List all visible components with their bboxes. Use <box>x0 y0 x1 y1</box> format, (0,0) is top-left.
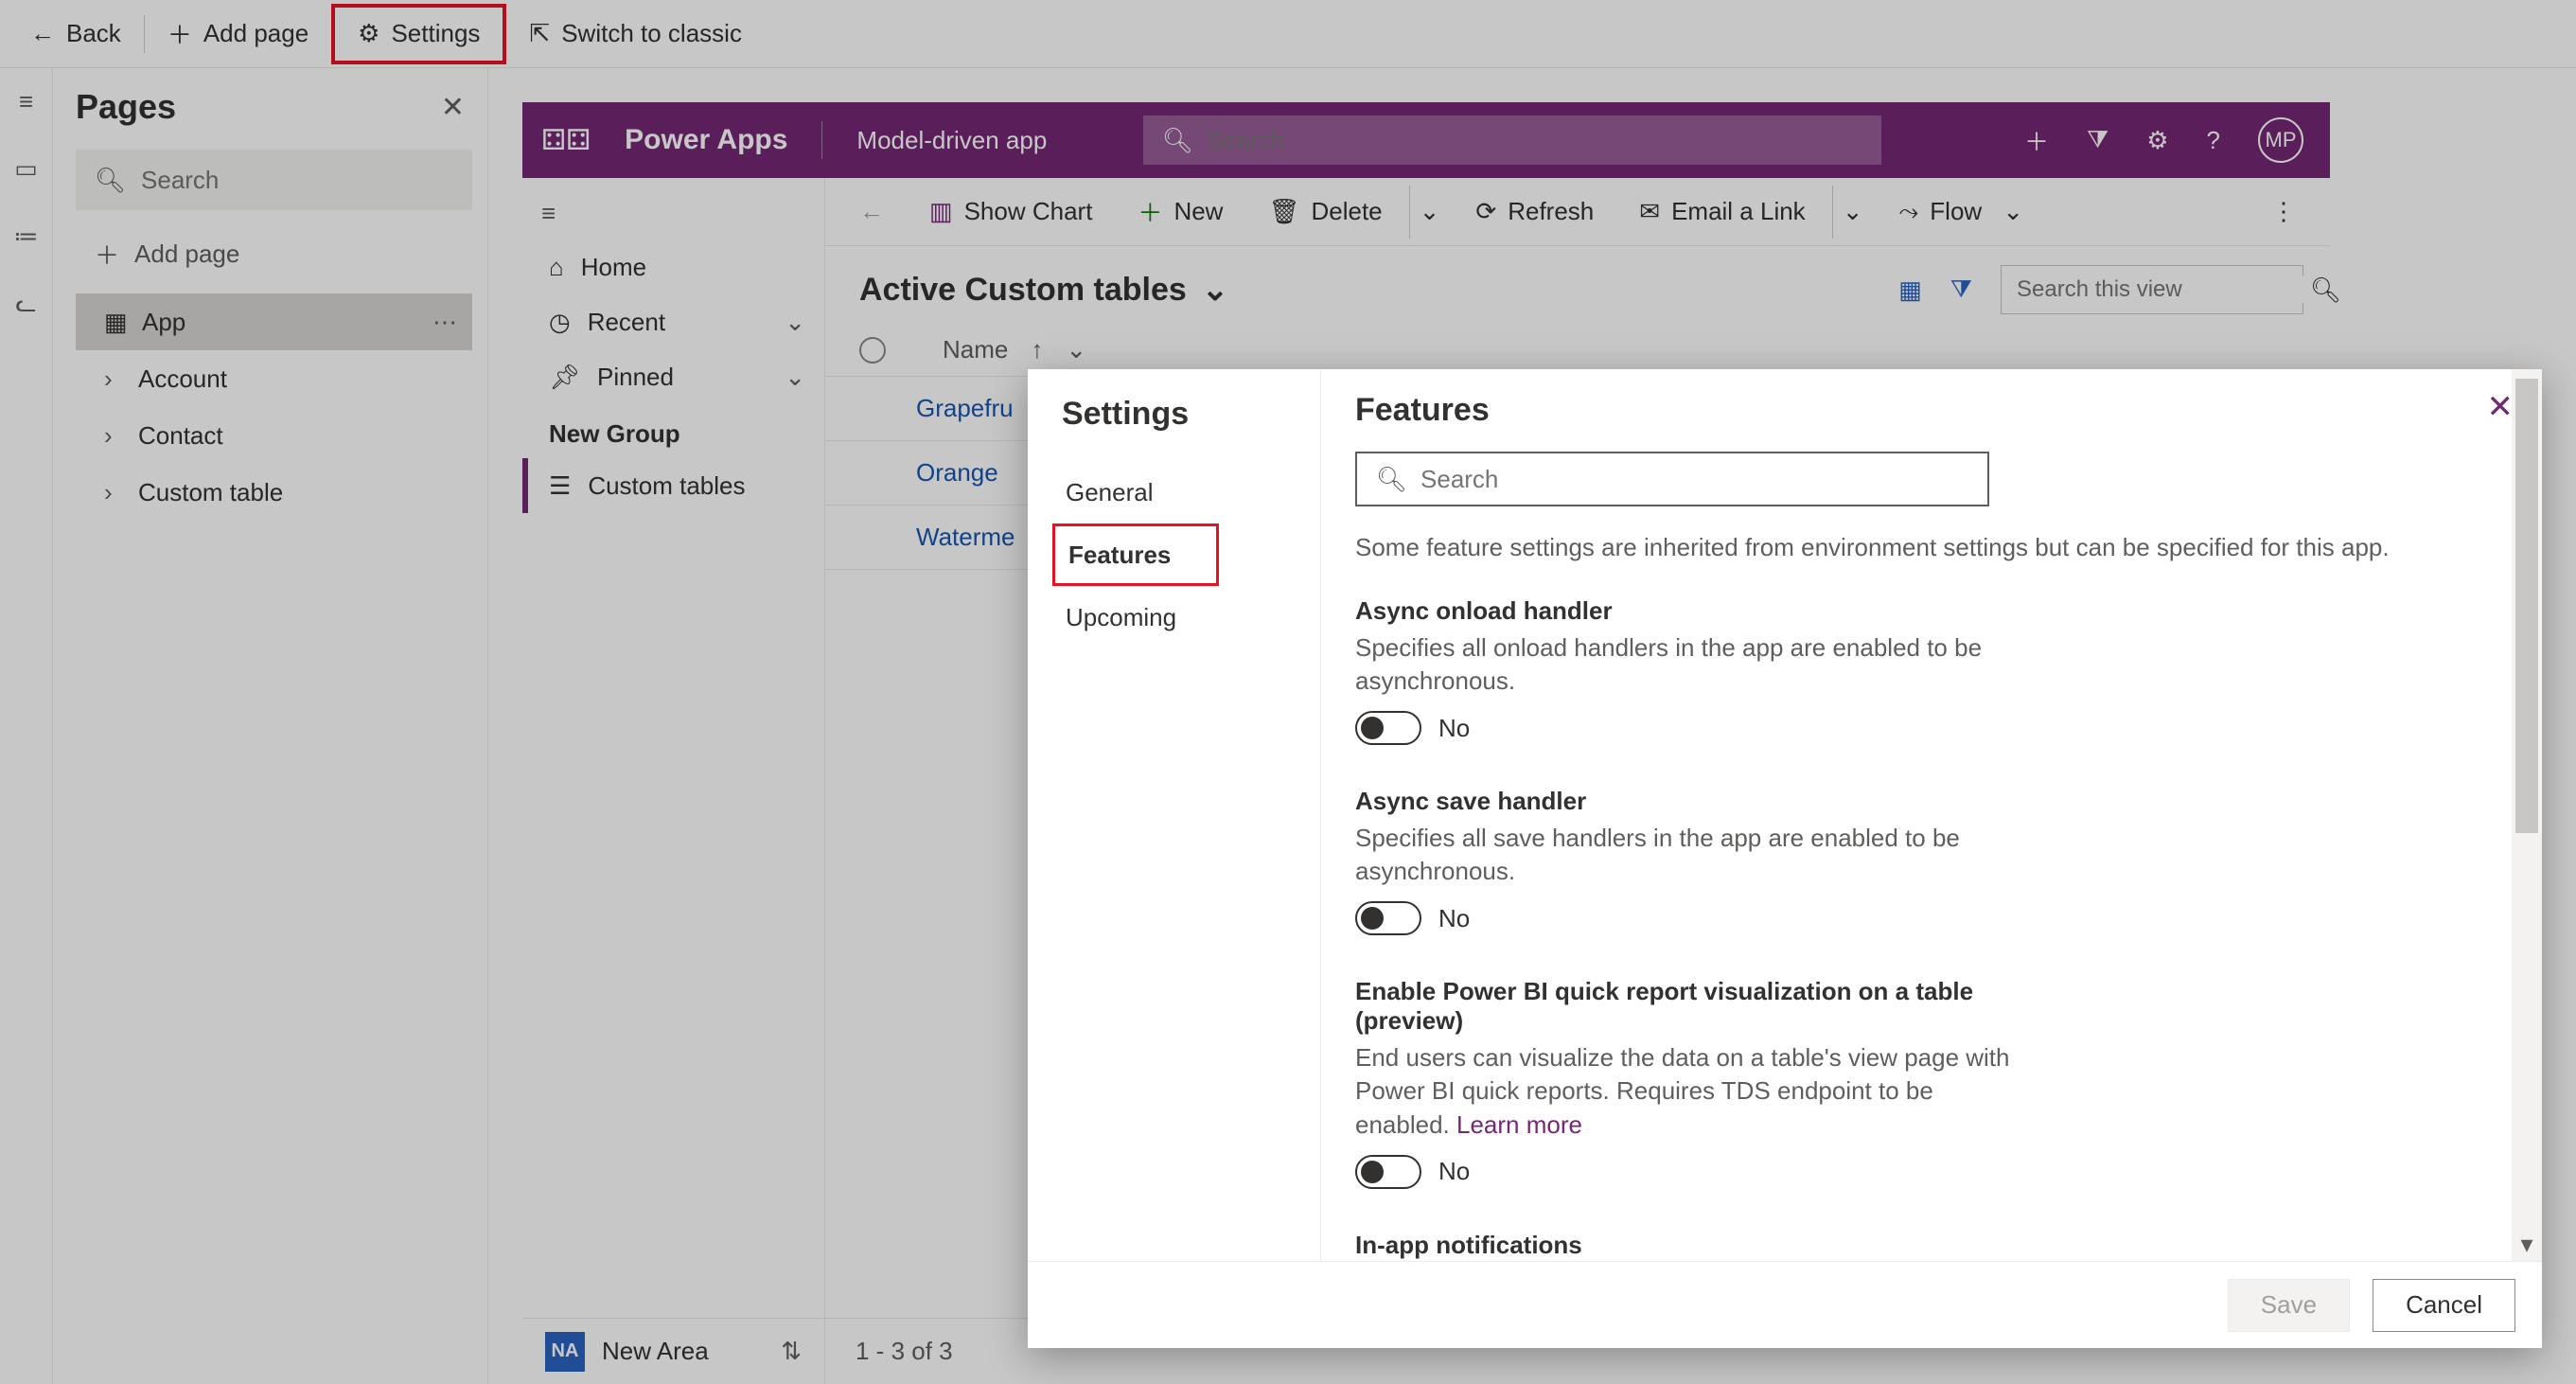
settings-tab-features[interactable]: Features <box>1052 523 1219 586</box>
scrollbar[interactable]: ▴ ▾ <box>2512 369 2542 1261</box>
scrollbar-thumb[interactable] <box>2515 379 2538 833</box>
settings-modal: ✕ Settings General Features Upcoming Fea… <box>1028 369 2542 1348</box>
settings-content: Features 🔍︎ Some feature settings are in… <box>1321 369 2512 1261</box>
toggle-state: No <box>1438 714 1470 743</box>
features-search-input[interactable] <box>1420 465 1968 494</box>
toggle-state: No <box>1438 1157 1470 1186</box>
modal-footer: Save Cancel <box>1028 1261 2542 1348</box>
search-icon: 🔍︎ <box>1376 465 1407 494</box>
setting-desc: Specifies all onload handlers in the app… <box>1355 631 2018 698</box>
setting-desc: Specifies all save handlers in the app a… <box>1355 822 2018 888</box>
setting-title: In-app notifications <box>1355 1231 2018 1260</box>
setting-title: Async save handler <box>1355 787 2018 816</box>
tab-label: General <box>1066 478 1154 507</box>
setting-title: Enable Power BI quick report visualizati… <box>1355 977 2018 1036</box>
cancel-label: Cancel <box>2406 1290 2482 1320</box>
setting-powerbi: Enable Power BI quick report visualizati… <box>1355 977 2018 1188</box>
cancel-button[interactable]: Cancel <box>2373 1279 2515 1332</box>
settings-sidebar: Settings General Features Upcoming <box>1028 369 1321 1261</box>
toggle-async-save[interactable] <box>1355 901 1421 935</box>
settings-tab-upcoming[interactable]: Upcoming <box>1062 586 1213 648</box>
save-label: Save <box>2261 1290 2317 1320</box>
setting-async-save: Async save handler Specifies all save ha… <box>1355 787 2018 935</box>
settings-tab-general[interactable]: General <box>1062 461 1213 523</box>
settings-sidebar-title: Settings <box>1062 396 1320 433</box>
features-help-text: Some feature settings are inherited from… <box>1355 533 2474 562</box>
settings-content-title: Features <box>1355 392 2474 429</box>
setting-async-onload: Async onload handler Specifies all onloa… <box>1355 596 2018 745</box>
setting-title: Async onload handler <box>1355 596 2018 626</box>
learn-more-link[interactable]: Learn more <box>1456 1110 1582 1139</box>
toggle-async-onload[interactable] <box>1355 711 1421 745</box>
setting-inapp-notifications: In-app notifications Enables the app to … <box>1355 1231 2018 1261</box>
scroll-down-icon[interactable]: ▾ <box>2512 1230 2542 1259</box>
tab-label: Features <box>1068 541 1171 570</box>
close-icon[interactable]: ✕ <box>2487 388 2514 426</box>
save-button[interactable]: Save <box>2228 1279 2350 1332</box>
features-search[interactable]: 🔍︎ <box>1355 452 1989 506</box>
setting-desc: End users can visualize the data on a ta… <box>1355 1041 2018 1141</box>
toggle-state: No <box>1438 904 1470 933</box>
toggle-powerbi[interactable] <box>1355 1155 1421 1189</box>
tab-label: Upcoming <box>1066 603 1176 632</box>
